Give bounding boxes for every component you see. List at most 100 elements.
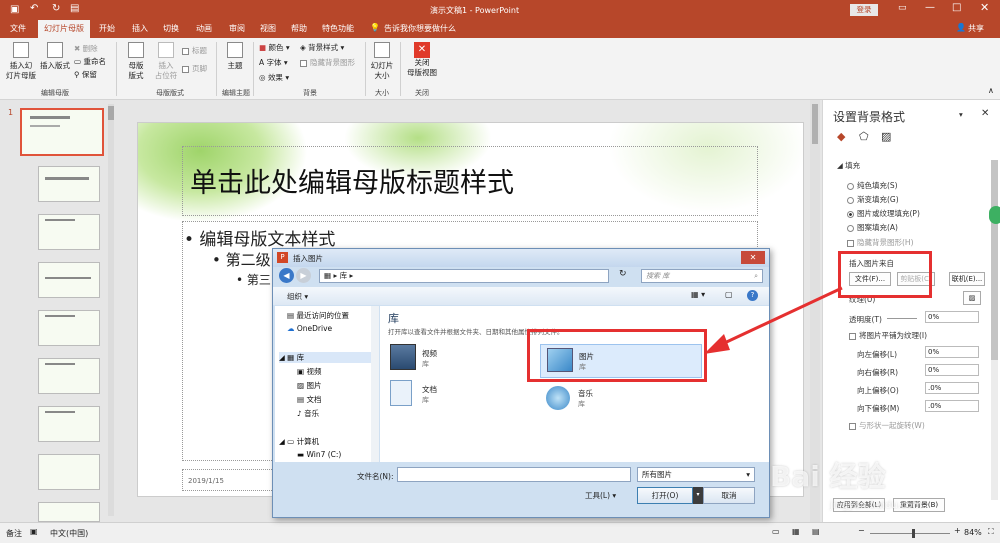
user-icon[interactable]: 👤 — [956, 23, 966, 32]
fill-tab-icon[interactable]: ◆ — [837, 130, 845, 143]
redo-icon[interactable]: ↻ — [52, 3, 60, 14]
forward-button[interactable]: ▶ — [296, 268, 311, 283]
minimize-icon[interactable]: — — [925, 2, 935, 13]
spell-icon[interactable]: ▣ — [30, 527, 38, 536]
online-button[interactable]: 联机(E)... — [949, 272, 985, 286]
nav-computer[interactable]: ◢ ▭ 计算机 — [279, 436, 319, 447]
nav-drive-c[interactable]: ▬ Win7 (C:) — [297, 450, 341, 459]
texture-picker[interactable]: ▨ — [963, 291, 981, 305]
address-bar[interactable]: ▦ ▸ 库 ▸ — [319, 269, 609, 283]
picture-tab-icon[interactable]: ▨ — [881, 130, 891, 143]
tab-special[interactable]: 特色功能 — [322, 23, 354, 34]
slide-size-button[interactable]: 幻灯片 大小 — [368, 42, 396, 81]
library-item-music[interactable]: 音乐 库 — [540, 384, 660, 414]
open-button[interactable]: 打开(O) — [637, 487, 693, 504]
layout-thumbnail[interactable] — [38, 406, 100, 442]
nav-videos[interactable]: ▣ 视频 — [297, 366, 321, 377]
language-status[interactable]: 中文(中国) — [50, 528, 88, 539]
effects-button[interactable]: ◎ 效果 ▾ — [259, 73, 289, 83]
zoom-level[interactable]: 84% — [964, 528, 982, 537]
footer-checkbox[interactable]: 页脚 — [182, 64, 207, 74]
tools-button[interactable]: 工具(L) ▾ — [585, 490, 616, 501]
tab-home[interactable]: 开始 — [99, 23, 115, 34]
file-type-select[interactable]: 所有图片 ▾ — [637, 467, 755, 482]
transparency-slider[interactable] — [887, 318, 917, 319]
theme-button[interactable]: 主题 — [222, 42, 248, 71]
present-icon[interactable]: ▤ — [70, 3, 79, 14]
nav-music[interactable]: ♪ 音乐 — [297, 408, 319, 419]
reading-view-icon[interactable]: ▤ — [812, 527, 820, 536]
offset-top-input[interactable]: .0% — [925, 382, 979, 394]
notes-button[interactable]: 备注 — [6, 528, 22, 539]
layout-thumbnail[interactable] — [38, 358, 100, 394]
zoom-thumb[interactable] — [912, 529, 915, 538]
thumb-scrollbar[interactable] — [108, 104, 114, 516]
maximize-icon[interactable]: □ — [952, 2, 961, 13]
fit-slide-icon[interactable]: ⛶ — [988, 527, 994, 537]
fill-heading[interactable]: ◢ 填充 — [837, 160, 860, 171]
bg-styles-button[interactable]: ◈ 背景样式 ▾ — [300, 43, 344, 53]
nav-recent[interactable]: ▤ 最近访问的位置 — [287, 310, 349, 321]
rename-button[interactable]: ▭ 重命名 — [74, 57, 106, 67]
tab-file[interactable]: 文件 — [10, 23, 26, 34]
nav-pictures[interactable]: ▨ 图片 — [297, 380, 321, 391]
colors-button[interactable]: ■ 颜色 ▾ — [259, 43, 290, 53]
hide-bg-checkbox[interactable]: 隐藏背景图形 — [300, 58, 355, 68]
sorter-view-icon[interactable]: ▦ — [792, 527, 800, 536]
layout-thumbnail[interactable] — [38, 166, 100, 202]
open-dropdown-button[interactable]: ▾ — [693, 487, 703, 504]
filename-input[interactable] — [397, 467, 631, 482]
delete-button[interactable]: ✖ 删除 — [74, 44, 98, 54]
tab-slide-master[interactable]: 幻灯片母版 — [38, 20, 90, 38]
layout-thumbnail[interactable] — [38, 310, 100, 346]
layout-thumbnail[interactable] — [38, 454, 100, 490]
tile-checkbox[interactable]: 将图片平铺为纹理(I) — [849, 330, 927, 341]
tab-animations[interactable]: 动画 — [196, 23, 212, 34]
refresh-button[interactable]: ↻ — [619, 269, 627, 279]
nav-documents[interactable]: ▤ 文档 — [297, 394, 321, 405]
tab-review[interactable]: 审阅 — [229, 23, 245, 34]
normal-view-icon[interactable]: ▭ — [772, 527, 780, 536]
nav-onedrive[interactable]: ☁ OneDrive — [287, 324, 332, 333]
gradient-fill-radio[interactable]: 渐变填充(G) — [847, 194, 899, 205]
zoom-slider[interactable] — [870, 533, 950, 534]
share-button[interactable]: 共享 — [968, 23, 984, 34]
login-button[interactable]: 登录 — [850, 4, 878, 16]
master-thumbnail[interactable] — [20, 108, 104, 156]
library-item-videos[interactable]: 视频 库 — [388, 344, 508, 374]
nav-libraries[interactable]: ◢ ▦ 库 — [279, 352, 375, 363]
transparency-input[interactable]: 0% — [925, 311, 979, 323]
organize-button[interactable]: 组织 ▾ — [287, 291, 308, 302]
master-layout-button[interactable]: 母版 版式 — [122, 42, 150, 81]
layout-thumbnail[interactable] — [38, 262, 100, 298]
collapse-ribbon-icon[interactable]: ∧ — [988, 86, 994, 95]
tab-transitions[interactable]: 切换 — [163, 23, 179, 34]
close-master-view-button[interactable]: ✕ 关闭 母版视图 — [404, 42, 440, 78]
tab-help[interactable]: 帮助 — [291, 23, 307, 34]
offset-right-input[interactable]: 0% — [925, 364, 979, 376]
tell-me-input[interactable]: 告诉我你想要做什么 — [384, 23, 456, 34]
nav-scrollbar[interactable] — [371, 306, 379, 462]
library-item-documents[interactable]: 文档 库 — [388, 380, 508, 410]
zoom-in-icon[interactable]: + — [954, 526, 961, 535]
layout-thumbnail[interactable] — [38, 502, 100, 522]
hide-bg-checkbox[interactable]: 隐藏背景图形(H) — [847, 237, 914, 248]
solid-fill-radio[interactable]: 纯色填充(S) — [847, 180, 898, 191]
pattern-fill-radio[interactable]: 图案填充(A) — [847, 222, 898, 233]
tab-insert[interactable]: 插入 — [132, 23, 148, 34]
undo-icon[interactable]: ↶ — [30, 3, 38, 14]
pane-close-icon[interactable]: ✕ — [981, 108, 989, 119]
offset-bottom-input[interactable]: .0% — [925, 400, 979, 412]
tab-view[interactable]: 视图 — [260, 23, 276, 34]
fonts-button[interactable]: A 字体 ▾ — [259, 58, 288, 68]
insert-layout-button[interactable]: 插入版式 — [38, 42, 72, 71]
save-icon[interactable]: ▣ — [10, 4, 19, 15]
picture-fill-radio[interactable]: 图片或纹理填充(P) — [847, 208, 920, 219]
back-button[interactable]: ◀ — [279, 268, 294, 283]
rotate-checkbox[interactable]: 与形状一起旋转(W) — [849, 420, 925, 431]
ribbon-display-icon[interactable]: ▭ — [898, 3, 907, 13]
dialog-close-button[interactable]: ✕ — [741, 251, 765, 264]
title-checkbox[interactable]: 标题 — [182, 46, 207, 56]
pane-options-icon[interactable]: ▾ — [959, 110, 963, 119]
offset-left-input[interactable]: 0% — [925, 346, 979, 358]
